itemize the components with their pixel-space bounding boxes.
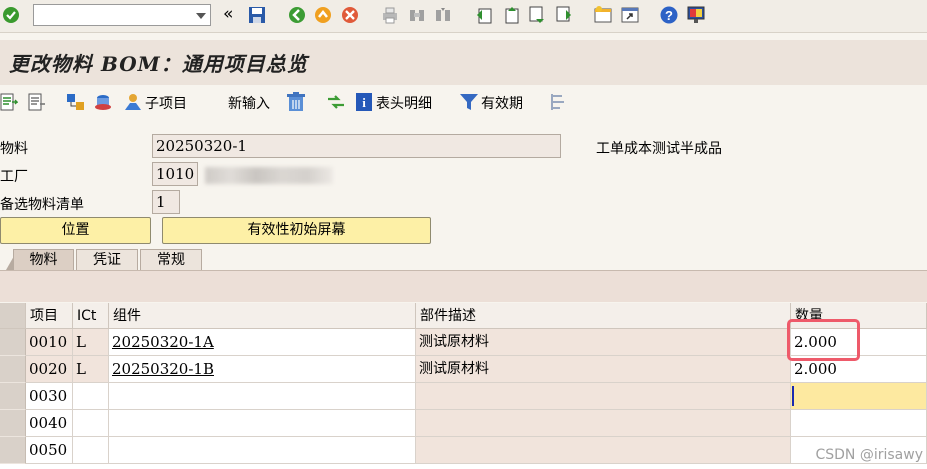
subitem-button[interactable]: 子项目 [145, 93, 187, 113]
check-icon[interactable] [1, 5, 21, 25]
plant-label: 工厂 [0, 169, 28, 185]
material-label: 物料 [0, 141, 28, 157]
tab-material[interactable]: 物料 [13, 249, 74, 271]
customize-icon[interactable] [686, 5, 706, 25]
tab-general[interactable]: 常规 [140, 249, 202, 271]
column-header-ict[interactable]: ICt [73, 303, 109, 329]
display-change-icon[interactable] [0, 92, 18, 112]
help-icon[interactable]: ? [659, 5, 679, 25]
cell-ict[interactable] [73, 383, 109, 410]
hierarchy-icon[interactable] [549, 92, 567, 112]
shortcut-icon[interactable] [620, 5, 640, 25]
page-title: 更改物料 BOM：通用项目总览 [9, 52, 308, 76]
cell-quantity[interactable] [791, 410, 927, 437]
cell-item[interactable]: 0030 [26, 383, 73, 410]
back-icon[interactable] [287, 5, 307, 25]
alt-bom-field[interactable]: 1 [152, 190, 180, 214]
row-selector[interactable] [0, 329, 26, 356]
column-header-description[interactable]: 部件描述 [416, 303, 791, 329]
row-selector[interactable] [0, 410, 26, 437]
svg-text:?: ? [665, 8, 673, 23]
exit-icon[interactable] [313, 5, 333, 25]
svg-text:i: i [362, 95, 366, 110]
cell-ict[interactable]: L [73, 329, 109, 356]
cell-item[interactable]: 0050 [26, 437, 73, 464]
cell-description [416, 410, 791, 437]
column-header-item[interactable]: 项目 [26, 303, 73, 329]
cell-ict[interactable]: L [73, 356, 109, 383]
cell-description [416, 383, 791, 410]
watermark: CSDN @irisawy [815, 447, 923, 463]
other-bom-icon[interactable] [28, 92, 46, 112]
find-next-icon[interactable] [433, 5, 453, 25]
cell-ict[interactable] [73, 437, 109, 464]
tab-document[interactable]: 凭证 [76, 249, 138, 271]
cell-ict[interactable] [73, 410, 109, 437]
row-selector[interactable] [0, 437, 26, 464]
cell-description [416, 437, 791, 464]
filter-icon[interactable] [459, 92, 479, 112]
position-button[interactable]: 位置 [0, 217, 151, 244]
alt-bom-label: 备选物料清单 [0, 197, 84, 213]
copy-icon[interactable] [326, 92, 346, 112]
material-field[interactable]: 20250320-1 [152, 134, 561, 158]
tab-content-strip [0, 270, 927, 302]
header-detail-button[interactable]: 表头明细 [376, 93, 432, 113]
quantity-highlight-box [787, 319, 860, 361]
new-session-icon[interactable] [593, 5, 613, 25]
text-cursor [792, 386, 794, 406]
application-toolbar: 子项目 新输入 i 表头明细 有效期 [0, 85, 927, 119]
select-all-cell[interactable] [0, 303, 26, 329]
cell-item[interactable]: 0020 [26, 356, 73, 383]
subitem-icon[interactable] [123, 92, 143, 112]
cell-component[interactable] [109, 410, 416, 437]
find-icon[interactable] [407, 5, 427, 25]
cell-component[interactable] [109, 383, 416, 410]
chevron-down-icon[interactable] [196, 13, 206, 19]
title-bar: 更改物料 BOM：通用项目总览 [0, 40, 927, 85]
cell-component[interactable]: 20250320-1A [109, 329, 416, 356]
last-page-icon[interactable] [554, 5, 574, 25]
validity-screen-button[interactable]: 有效性初始屏幕 [162, 217, 431, 244]
cancel-icon[interactable] [340, 5, 360, 25]
column-header-component[interactable]: 组件 [109, 303, 416, 329]
material-description: 工单成本测试半成品 [596, 141, 722, 157]
double-left-icon[interactable]: « [223, 4, 233, 24]
info-icon[interactable]: i [355, 92, 373, 112]
row-selector[interactable] [0, 383, 26, 410]
cell-item[interactable]: 0010 [26, 329, 73, 356]
material-icon[interactable] [93, 92, 113, 112]
plant-field[interactable]: 1010 [152, 162, 198, 186]
system-toolbar: « ? [0, 0, 927, 33]
validity-button[interactable]: 有效期 [481, 93, 523, 113]
cell-quantity-active[interactable] [791, 383, 927, 410]
cell-item[interactable]: 0040 [26, 410, 73, 437]
cell-description: 测试原材料 [416, 356, 791, 383]
cell-component[interactable]: 20250320-1B [109, 356, 416, 383]
plant-description-blurred [205, 167, 333, 184]
next-page-icon[interactable] [527, 5, 547, 25]
prev-page-icon[interactable] [501, 5, 521, 25]
command-field[interactable] [33, 4, 211, 26]
row-selector[interactable] [0, 356, 26, 383]
where-used-icon[interactable] [66, 92, 86, 112]
cell-component[interactable] [109, 437, 416, 464]
delete-icon[interactable] [286, 91, 306, 113]
save-icon[interactable] [247, 5, 267, 25]
cell-description: 测试原材料 [416, 329, 791, 356]
new-entry-button[interactable]: 新输入 [228, 93, 270, 113]
print-icon[interactable] [380, 5, 400, 25]
first-page-icon[interactable] [474, 5, 494, 25]
